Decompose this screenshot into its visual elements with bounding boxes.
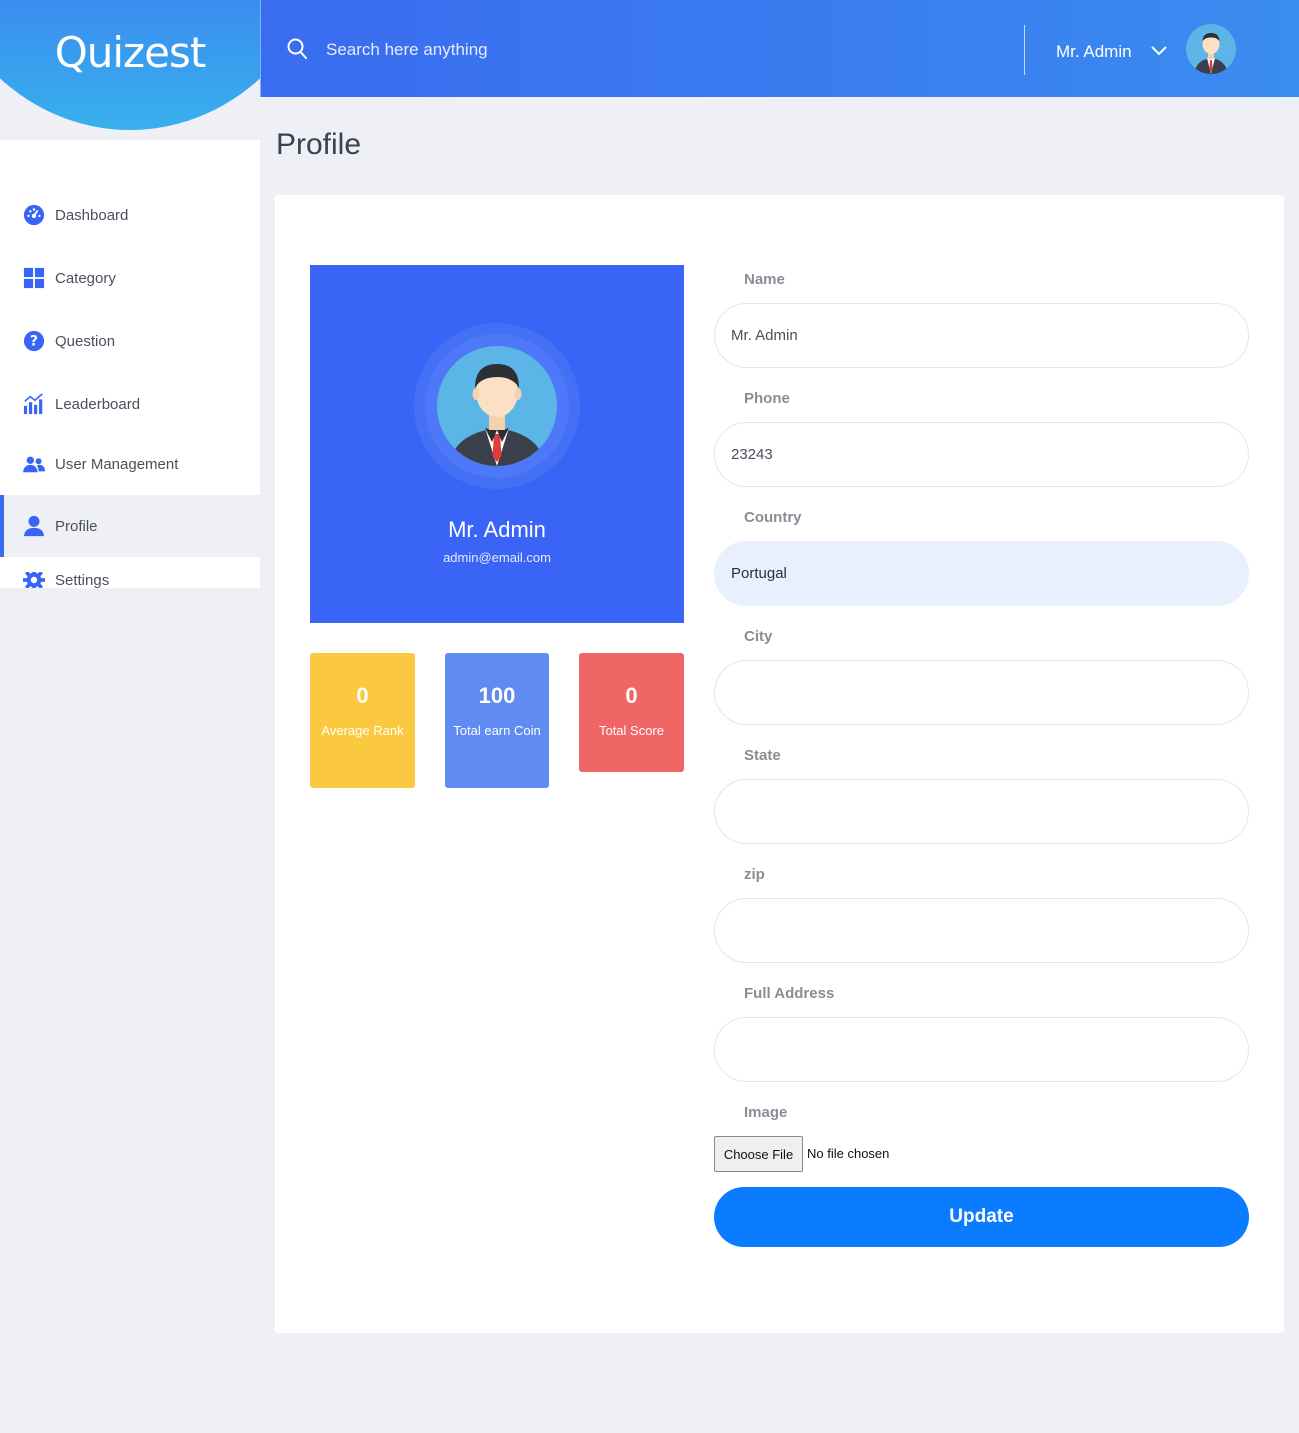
sidebar-item-label: Dashboard	[55, 206, 129, 224]
profile-name: Mr. Admin	[448, 517, 546, 542]
sidebar-item-question[interactable]: ? Question	[0, 310, 260, 372]
sidebar-item-label: Category	[55, 269, 116, 287]
stat-value: 0	[625, 683, 638, 708]
gear-icon	[22, 572, 46, 588]
sidebar-item-leaderboard[interactable]: Leaderboard	[0, 373, 260, 435]
stat-label: Total earn Coin	[453, 723, 541, 738]
state-label: State	[744, 747, 781, 764]
top-bar: Mr. Admin	[260, 0, 1299, 97]
sidebar-item-label: Settings	[55, 572, 110, 588]
stat-label: Average Rank	[321, 723, 404, 738]
sidebar-item-settings[interactable]: Settings	[0, 572, 260, 588]
sidebar-item-label: User Management	[55, 455, 179, 473]
update-button[interactable]: Update	[714, 1187, 1249, 1247]
file-status: No file chosen	[807, 1146, 890, 1161]
city-field[interactable]	[714, 660, 1249, 725]
stat-average-rank: 0 Average Rank	[310, 653, 415, 788]
chart-bars-icon	[22, 392, 46, 416]
sidebar-item-profile[interactable]: Profile	[0, 495, 260, 557]
grid-icon	[22, 266, 46, 290]
search-input[interactable]	[326, 36, 746, 64]
country-label: Country	[744, 509, 802, 526]
stat-total-score: 0 Total Score	[579, 653, 684, 772]
svg-text:?: ?	[30, 334, 38, 350]
user-menu-name[interactable]: Mr. Admin	[1056, 42, 1132, 62]
stat-label: Total Score	[598, 723, 665, 738]
phone-label: Phone	[744, 390, 790, 407]
avatar[interactable]	[1186, 24, 1236, 74]
country-field[interactable]	[714, 541, 1249, 606]
question-circle-icon: ?	[22, 329, 46, 353]
stat-total-earn-coin: 100 Total earn Coin	[445, 653, 549, 788]
dashboard-gauge-icon	[22, 203, 46, 227]
zip-field[interactable]	[714, 898, 1249, 963]
logo-area: Quizest	[0, 0, 260, 140]
profile-email: admin@email.com	[443, 550, 551, 565]
zip-label: zip	[744, 866, 765, 883]
users-icon	[22, 452, 46, 476]
name-field[interactable]	[714, 303, 1249, 368]
sidebar-item-user-management[interactable]: User Management	[0, 433, 260, 495]
user-icon	[22, 514, 46, 538]
sidebar-item-label: Profile	[55, 517, 98, 535]
search-icon[interactable]	[287, 38, 307, 60]
profile-avatar	[437, 346, 557, 466]
stat-value: 0	[356, 683, 369, 708]
chevron-down-icon[interactable]	[1150, 44, 1168, 58]
sidebar-item-category[interactable]: Category	[0, 247, 260, 309]
page-title: Profile	[276, 128, 362, 161]
address-label: Full Address	[744, 985, 835, 1002]
sidebar-item-dashboard[interactable]: Dashboard	[0, 184, 260, 246]
image-label: Image	[744, 1104, 788, 1121]
phone-field[interactable]	[714, 422, 1249, 487]
sidebar-item-settings-clipped[interactable]: Settings	[0, 572, 260, 588]
sidebar-item-label: Question	[55, 332, 116, 350]
stat-value: 100	[478, 683, 516, 708]
name-label: Name	[744, 271, 785, 288]
address-field[interactable]	[714, 1017, 1249, 1082]
header-divider	[1024, 25, 1025, 75]
city-label: City	[744, 628, 773, 645]
app-logo[interactable]: Quizest	[0, 28, 260, 77]
choose-file-button[interactable]: Choose File	[714, 1136, 803, 1172]
sidebar-item-label: Leaderboard	[55, 395, 141, 413]
profile-summary: Mr. Admin admin@email.com	[310, 265, 684, 623]
sidebar: Dashboard Category ? Question Leaderboar…	[0, 140, 260, 588]
state-field[interactable]	[714, 779, 1249, 844]
